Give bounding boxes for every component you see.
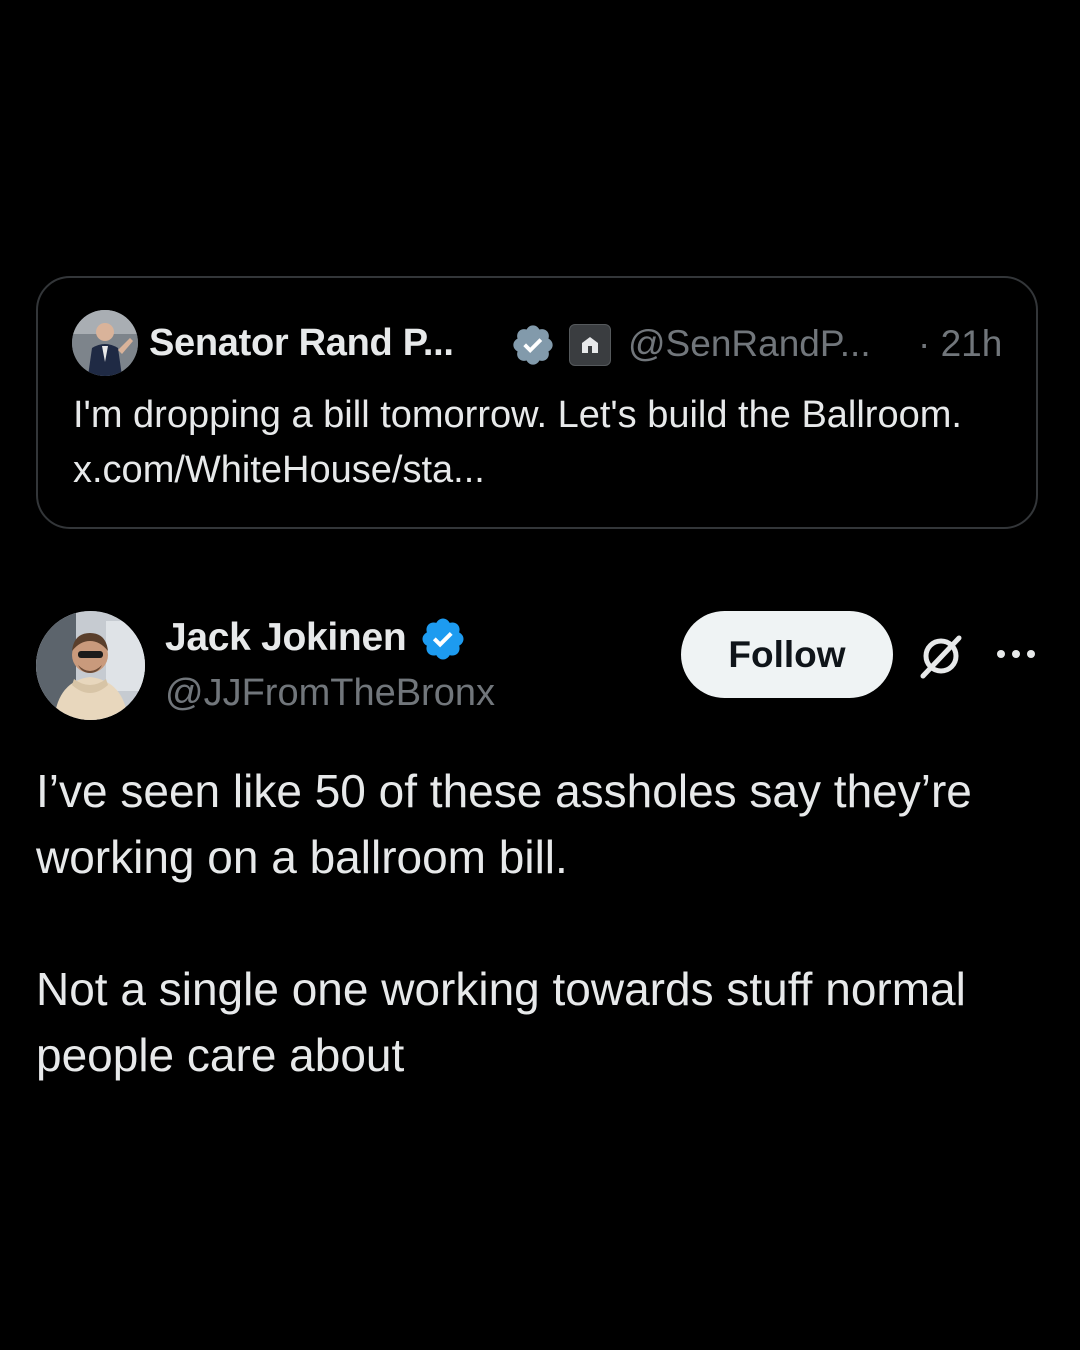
follow-button[interactable]: Follow — [681, 611, 893, 698]
government-building-icon[interactable] — [569, 324, 611, 366]
quoted-tweet-card[interactable]: Senator Rand P... @SenRandP... · 21h I'm… — [36, 276, 1038, 529]
quoted-author-name[interactable]: Senator Rand P... — [149, 322, 454, 365]
quoted-tweet-text: I'm dropping a bill tomorrow. Let's buil… — [73, 394, 962, 491]
verified-badge-blue-icon[interactable] — [419, 615, 467, 663]
verified-badge-gray-icon[interactable] — [510, 322, 556, 368]
tweet-paragraph: I’ve seen like 50 of these assholes say … — [36, 765, 972, 883]
tweet-text: I’ve seen like 50 of these assholes say … — [36, 758, 1036, 1088]
avatar-photo-icon — [72, 310, 138, 376]
author-name[interactable]: Jack Jokinen — [165, 616, 407, 660]
quoted-author-avatar[interactable] — [72, 310, 138, 376]
quoted-author-handle[interactable]: @SenRandP... — [628, 323, 871, 365]
tweet-paragraph: Not a single one working towards stuff n… — [36, 963, 966, 1081]
author-avatar[interactable] — [36, 611, 145, 720]
quoted-tweet-time[interactable]: · 21h — [918, 323, 1002, 365]
more-options-icon[interactable] — [994, 644, 1038, 664]
author-handle[interactable]: @JJFromTheBronx — [165, 672, 495, 715]
avatar-photo-icon — [36, 611, 145, 720]
grok-icon[interactable] — [915, 630, 967, 682]
